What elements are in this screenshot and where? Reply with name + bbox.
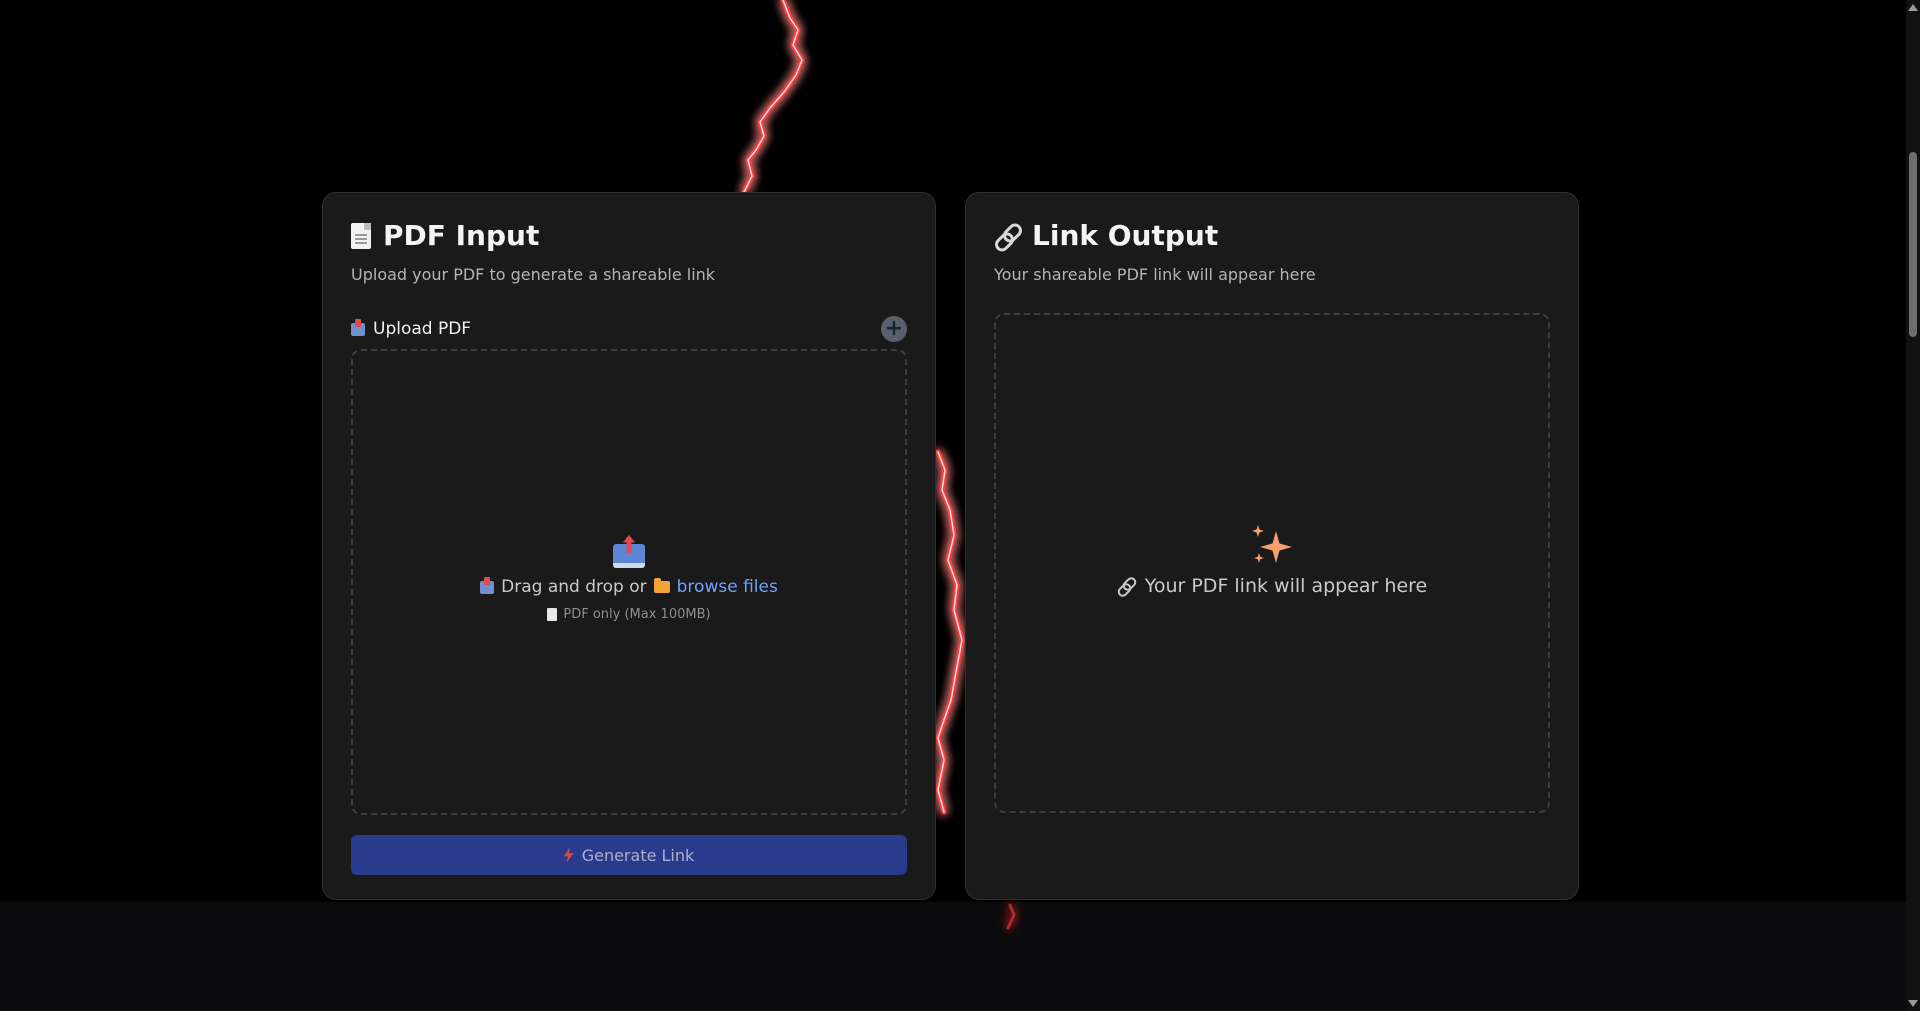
scroll-up-arrow-icon[interactable] — [1908, 4, 1918, 11]
pdf-dropzone[interactable]: Drag and drop or browse files PDF only (… — [351, 349, 907, 815]
upload-tray-large-icon — [612, 535, 646, 569]
pdf-input-card: PDF Input Upload your PDF to generate a … — [322, 192, 936, 900]
scroll-down-arrow-icon[interactable] — [1908, 1000, 1918, 1007]
pdf-input-title-text: PDF Input — [383, 219, 540, 252]
footer-band — [0, 902, 1920, 1011]
chain-link-icon — [1117, 577, 1135, 595]
pdf-input-title: PDF Input — [351, 219, 539, 252]
lightning-background — [741, 0, 1016, 930]
document-icon — [351, 222, 371, 249]
lightning-bolt-icon — [563, 847, 574, 863]
upload-header-row: Upload PDF + — [351, 315, 907, 343]
upload-tray-icon — [351, 318, 365, 336]
link-output-subtitle: Your shareable PDF link will appear here — [994, 265, 1316, 284]
vertical-scrollbar[interactable] — [1906, 0, 1920, 1011]
link-placeholder-text: Your PDF link will appear here — [1144, 575, 1428, 597]
sparkles-icon — [1250, 525, 1294, 567]
link-output-area: Your PDF link will appear here — [994, 313, 1550, 813]
link-icon — [994, 223, 1020, 249]
generate-link-button[interactable]: Generate Link — [351, 835, 907, 875]
link-output-card: Link Output Your shareable PDF link will… — [965, 192, 1579, 900]
drag-drop-text: Drag and drop or — [501, 577, 647, 597]
file-type-hint: PDF only (Max 100MB) — [547, 607, 711, 622]
drag-drop-line: Drag and drop or browse files — [480, 576, 778, 597]
file-type-hint-text: PDF only (Max 100MB) — [563, 607, 711, 622]
pdf-input-subtitle: Upload your PDF to generate a shareable … — [351, 265, 716, 284]
upload-label: Upload PDF — [351, 318, 472, 339]
dropzone-content: Drag and drop or browse files PDF only (… — [353, 535, 905, 622]
plus-icon: + — [884, 316, 904, 341]
upload-label-text: Upload PDF — [373, 319, 472, 339]
link-placeholder-line: Your PDF link will appear here — [1117, 575, 1427, 597]
scrollbar-thumb[interactable] — [1909, 152, 1917, 337]
link-output-title-text: Link Output — [1032, 219, 1219, 252]
add-file-button[interactable]: + — [881, 316, 907, 342]
page: PDF Input Upload your PDF to generate a … — [0, 0, 1920, 1011]
link-output-placeholder: Your PDF link will appear here — [996, 525, 1548, 597]
link-output-title: Link Output — [994, 219, 1218, 252]
upload-tray-small-icon — [480, 576, 495, 594]
folder-icon — [653, 578, 670, 593]
pdf-file-icon — [547, 608, 558, 621]
browse-files-link[interactable]: browse files — [677, 577, 778, 597]
generate-link-label: Generate Link — [581, 845, 695, 865]
